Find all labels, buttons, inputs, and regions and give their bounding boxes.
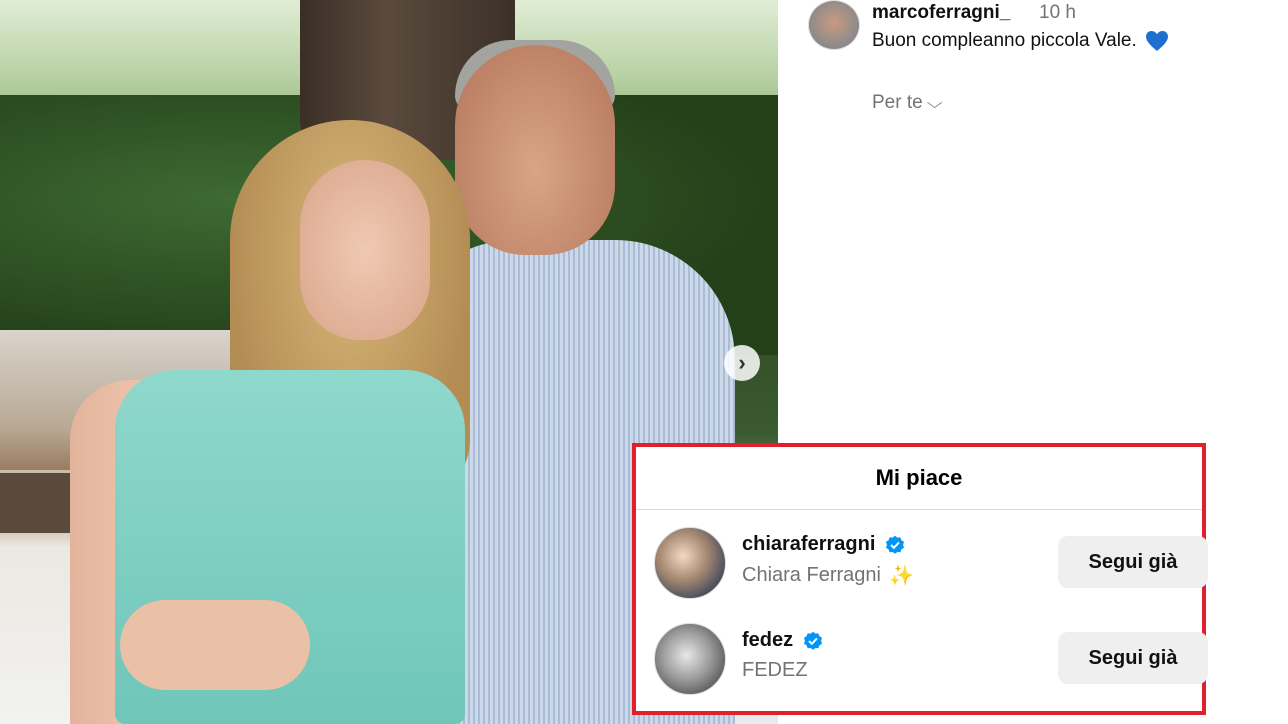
- translation-toggle[interactable]: Per te ⌵: [872, 92, 943, 114]
- following-button[interactable]: Segui già: [1058, 536, 1208, 588]
- post-caption: Buon compleanno piccola Vale.: [872, 30, 1169, 52]
- chevron-right-icon: ›: [738, 350, 746, 375]
- translation-label: Per te: [872, 92, 923, 113]
- next-photo-button[interactable]: ›: [724, 345, 760, 381]
- like-full-name: FEDEZ: [742, 659, 808, 682]
- photo-woman-face: [300, 160, 430, 340]
- verified-badge-icon: [886, 535, 905, 554]
- username-text: chiaraferragni: [742, 533, 876, 555]
- following-button[interactable]: Segui già: [1058, 632, 1208, 684]
- user-avatar[interactable]: [654, 623, 726, 695]
- likes-dialog: Mi piace chiaraferragni Chiara Ferragni …: [632, 443, 1208, 715]
- like-username[interactable]: fedez: [742, 629, 823, 652]
- photo-man-face: [455, 45, 615, 255]
- username-text: fedez: [742, 629, 794, 651]
- user-avatar[interactable]: [654, 527, 726, 599]
- likes-list-item: chiaraferragni Chiara Ferragni ✨ Segui g…: [636, 519, 1208, 599]
- photo-hands: [120, 600, 310, 690]
- full-name-text: Chiara Ferragni: [742, 564, 881, 586]
- chevron-down-icon: ⌵: [926, 94, 943, 112]
- post-author-username[interactable]: marcoferragni_: [872, 2, 1010, 24]
- caption-text: Buon compleanno piccola Vale.: [872, 30, 1137, 51]
- verified-badge-icon: [804, 631, 823, 650]
- sparkles-icon: ✨: [888, 565, 914, 587]
- post-author-avatar[interactable]: [808, 0, 860, 50]
- like-username[interactable]: chiaraferragni: [742, 533, 905, 556]
- blue-heart-icon: [1145, 31, 1168, 51]
- likes-list-item: fedez FEDEZ Segui già: [636, 615, 1208, 695]
- likes-dialog-title: Mi piace: [636, 447, 1202, 510]
- post-timestamp[interactable]: 10 h: [1039, 2, 1076, 24]
- like-full-name: Chiara Ferragni ✨: [742, 563, 914, 588]
- full-name-text: FEDEZ: [742, 659, 808, 681]
